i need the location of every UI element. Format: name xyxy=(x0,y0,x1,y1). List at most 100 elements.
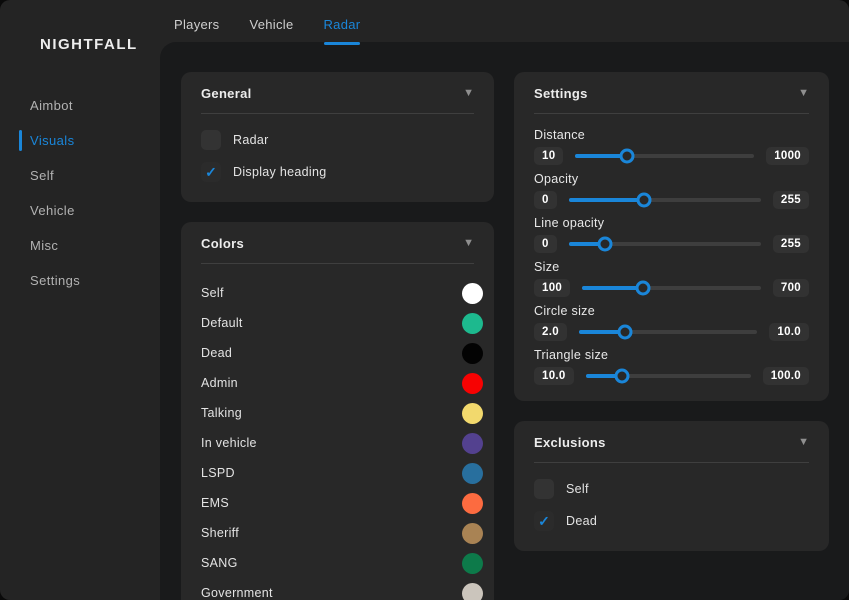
slider-label: Distance xyxy=(534,128,809,143)
color-row: Talking xyxy=(201,398,483,428)
color-swatch[interactable] xyxy=(462,343,483,364)
settings-card-header: Settings xyxy=(514,72,829,113)
color-swatch[interactable] xyxy=(462,553,483,574)
color-row: In vehicle xyxy=(201,428,483,458)
slider-track[interactable] xyxy=(569,198,761,202)
brand-logo: NIGHTFALL xyxy=(40,36,138,53)
slider-label: Size xyxy=(534,260,809,275)
color-swatch[interactable] xyxy=(462,523,483,544)
general-checkbox-list: Radar Display heading xyxy=(181,114,494,202)
checkbox[interactable] xyxy=(201,162,221,182)
color-row: Self xyxy=(201,278,483,308)
slider-row: 0 255 xyxy=(534,189,809,211)
slider-max-value: 1000 xyxy=(766,147,809,165)
checkbox-label: Display heading xyxy=(233,165,326,179)
sidebar-item[interactable]: Self xyxy=(0,158,160,193)
slider-label: Line opacity xyxy=(534,216,809,231)
slider-knob[interactable] xyxy=(598,237,613,252)
slider-fill xyxy=(569,198,644,202)
color-swatch[interactable] xyxy=(462,463,483,484)
slider-min-value: 0 xyxy=(534,191,557,209)
color-label: Self xyxy=(201,286,224,300)
sidebar-item-label: Misc xyxy=(30,238,58,253)
collapse-arrow-icon[interactable] xyxy=(798,87,809,100)
collapse-arrow-icon[interactable] xyxy=(463,237,474,250)
color-row: Admin xyxy=(201,368,483,398)
slider-knob[interactable] xyxy=(636,193,651,208)
slider-group: Distance 10 1000 xyxy=(534,128,809,167)
sidebar-item-label: Visuals xyxy=(30,133,74,148)
tab-label: Players xyxy=(174,17,219,32)
sidebar-item[interactable]: Visuals xyxy=(0,123,160,158)
check-icon xyxy=(205,165,217,179)
active-tab-underline xyxy=(324,42,360,45)
slider-label: Triangle size xyxy=(534,348,809,363)
right-column: Settings Distance 10 1000 Opacity 0 255 xyxy=(514,72,829,600)
slider-fill xyxy=(582,286,643,290)
slider-knob[interactable] xyxy=(618,325,633,340)
color-swatch[interactable] xyxy=(462,403,483,424)
content-columns: General Radar Display heading Colors xyxy=(181,72,829,600)
left-column: General Radar Display heading Colors xyxy=(181,72,494,600)
collapse-arrow-icon[interactable] xyxy=(463,87,474,100)
color-label: Talking xyxy=(201,406,242,420)
color-label: EMS xyxy=(201,496,229,510)
color-row: Dead xyxy=(201,338,483,368)
checkbox-row[interactable]: Self xyxy=(534,479,809,499)
slider-min-value: 0 xyxy=(534,235,557,253)
active-indicator-bar xyxy=(19,130,22,151)
sidebar-item[interactable]: Vehicle xyxy=(0,193,160,228)
settings-card-title: Settings xyxy=(534,86,588,101)
sidebar-item-label: Self xyxy=(30,168,54,183)
color-row: EMS xyxy=(201,488,483,518)
tab-label: Radar xyxy=(323,17,360,32)
color-row: LSPD xyxy=(201,458,483,488)
color-swatch[interactable] xyxy=(462,373,483,394)
general-card-header: General xyxy=(181,72,494,113)
sidebar-item[interactable]: Settings xyxy=(0,263,160,298)
tab-label: Vehicle xyxy=(249,17,293,32)
checkbox[interactable] xyxy=(534,511,554,531)
tab[interactable]: Vehicle xyxy=(249,0,293,46)
color-swatch[interactable] xyxy=(462,493,483,514)
tab[interactable]: Players xyxy=(174,0,219,46)
checkbox-row[interactable]: Radar xyxy=(201,130,474,150)
slider-max-value: 100.0 xyxy=(763,367,809,385)
slider-row: 10 1000 xyxy=(534,145,809,167)
sidebar-nav: Aimbot Visuals Self Vehicle Misc Setting… xyxy=(0,88,160,298)
slider-knob[interactable] xyxy=(620,149,635,164)
sidebar-item[interactable]: Aimbot xyxy=(0,88,160,123)
colors-card-header: Colors xyxy=(181,222,494,263)
slider-knob[interactable] xyxy=(635,281,650,296)
sidebar-item-label: Settings xyxy=(30,273,80,288)
color-swatch[interactable] xyxy=(462,433,483,454)
slider-knob[interactable] xyxy=(614,369,629,384)
tab[interactable]: Radar xyxy=(323,0,360,46)
tab-bar: Players Vehicle Radar xyxy=(160,0,390,46)
checkbox-label: Self xyxy=(566,482,589,496)
colors-card-title: Colors xyxy=(201,236,244,251)
color-label: LSPD xyxy=(201,466,235,480)
slider-track[interactable] xyxy=(575,154,754,158)
slider-label: Opacity xyxy=(534,172,809,187)
checkbox-label: Dead xyxy=(566,514,597,528)
checkbox-row[interactable]: Display heading xyxy=(201,162,474,182)
slider-max-value: 255 xyxy=(773,235,809,253)
colors-list: Self Default Dead Admin Talking In vehic… xyxy=(181,264,494,600)
checkbox[interactable] xyxy=(201,130,221,150)
color-swatch[interactable] xyxy=(462,283,483,304)
checkbox[interactable] xyxy=(534,479,554,499)
sidebar-item-label: Aimbot xyxy=(30,98,73,113)
slider-max-value: 10.0 xyxy=(769,323,809,341)
color-swatch[interactable] xyxy=(462,583,483,600)
color-label: SANG xyxy=(201,556,238,570)
collapse-arrow-icon[interactable] xyxy=(798,436,809,449)
color-label: Sheriff xyxy=(201,526,239,540)
sidebar-item[interactable]: Misc xyxy=(0,228,160,263)
slider-track[interactable] xyxy=(579,330,758,334)
checkbox-row[interactable]: Dead xyxy=(534,511,809,531)
slider-track[interactable] xyxy=(586,374,751,378)
color-swatch[interactable] xyxy=(462,313,483,334)
slider-track[interactable] xyxy=(582,286,761,290)
slider-track[interactable] xyxy=(569,242,761,246)
